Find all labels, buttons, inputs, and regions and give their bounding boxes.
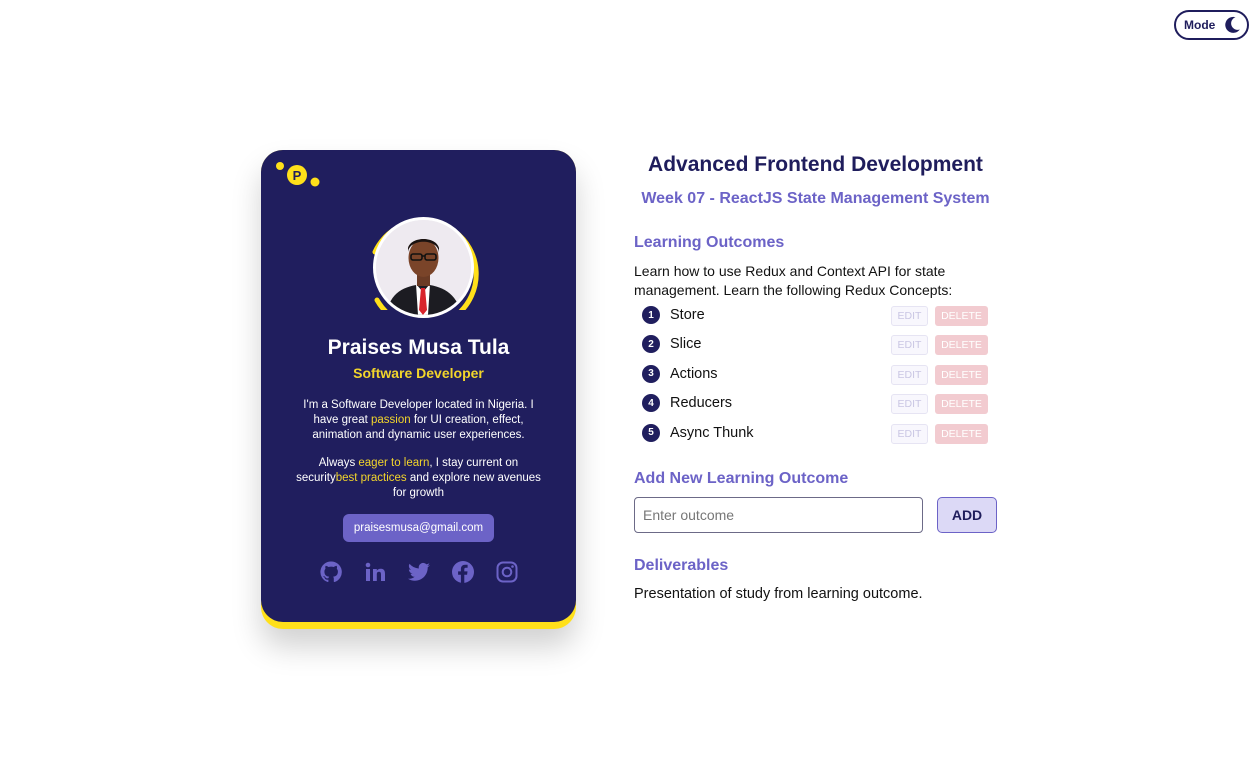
github-icon[interactable] <box>319 560 343 584</box>
edit-button[interactable]: EDIT <box>891 394 928 415</box>
outcome-list: 1 Store EDIT DELETE 2 Slice EDIT DELETE … <box>642 305 989 452</box>
bio2-highlight-1: eager to learn <box>358 457 430 469</box>
avatar <box>373 217 474 318</box>
bio2-text-end: and explore new avenues for growth <box>392 472 541 499</box>
facebook-icon[interactable] <box>451 560 475 584</box>
brand-logo: P <box>275 162 321 190</box>
outcome-label: Store <box>670 307 705 323</box>
twitter-icon[interactable] <box>407 560 431 584</box>
avatar-ring <box>365 192 483 318</box>
outcome-number-badge: 1 <box>642 306 660 324</box>
delete-button[interactable]: DELETE <box>935 335 988 356</box>
outcome-number-badge: 2 <box>642 335 660 354</box>
profile-card: P Praises Musa Tula Software Developer I… <box>261 150 576 629</box>
learning-outcomes-heading: Learning Outcomes <box>634 234 785 251</box>
profile-name: Praises Musa Tula <box>327 336 510 359</box>
outcome-label: Async Thunk <box>670 424 754 441</box>
profile-card-body: P Praises Musa Tula Software Developer I… <box>261 150 576 622</box>
list-item: 4 Reducers EDIT DELETE <box>642 393 989 422</box>
delete-button[interactable]: DELETE <box>935 423 988 444</box>
delete-button[interactable]: DELETE <box>935 394 988 415</box>
edit-button[interactable]: EDIT <box>891 423 928 444</box>
profile-bio-paragraph-2: Always eager to learn, I stay current on… <box>291 456 546 501</box>
outcome-label: Reducers <box>670 395 733 412</box>
edit-button[interactable]: EDIT <box>891 306 928 326</box>
learning-outcomes-description: Learn how to use Redux and Context API f… <box>634 263 953 298</box>
outcome-number-badge: 4 <box>642 394 660 413</box>
email-button[interactable]: praisesmusa@gmail.com <box>343 514 494 542</box>
list-item: 1 Store EDIT DELETE <box>642 305 989 334</box>
outcome-input[interactable] <box>634 497 923 533</box>
deliverables-text: Presentation of study from learning outc… <box>634 586 923 602</box>
deliverables-heading: Deliverables <box>634 557 729 574</box>
course-title: Advanced Frontend Development <box>648 153 983 176</box>
moon-icon <box>1222 15 1242 35</box>
add-outcome-heading: Add New Learning Outcome <box>634 470 849 487</box>
add-button[interactable]: ADD <box>937 497 997 533</box>
outcome-number-badge: 3 <box>642 364 660 383</box>
profile-bio-paragraph-1: I'm a Software Developer located in Nige… <box>291 398 546 443</box>
delete-button[interactable]: DELETE <box>935 306 988 326</box>
instagram-icon[interactable] <box>495 560 519 584</box>
list-item: 5 Async Thunk EDIT DELETE <box>642 423 989 452</box>
svg-text:P: P <box>293 168 302 183</box>
social-links <box>319 560 519 584</box>
linkedin-icon[interactable] <box>363 560 387 584</box>
outcome-label: Actions <box>670 365 718 382</box>
list-item: 2 Slice EDIT DELETE <box>642 334 989 363</box>
mode-toggle-label: Mode <box>1184 18 1216 32</box>
delete-button[interactable]: DELETE <box>935 364 988 385</box>
week-title: Week 07 - ReactJS State Management Syste… <box>641 190 990 207</box>
outcome-label: Slice <box>670 336 702 353</box>
edit-button[interactable]: EDIT <box>891 364 928 385</box>
list-item: 3 Actions EDIT DELETE <box>642 364 989 393</box>
bio1-highlight: passion <box>370 414 411 426</box>
mode-toggle-button[interactable]: Mode <box>1174 10 1249 40</box>
bio2-text-start: Always <box>318 457 359 469</box>
profile-role: Software Developer <box>353 365 484 381</box>
bio2-highlight-2: best practices <box>335 472 407 484</box>
outcome-number-badge: 5 <box>642 423 660 442</box>
edit-button[interactable]: EDIT <box>891 335 928 356</box>
